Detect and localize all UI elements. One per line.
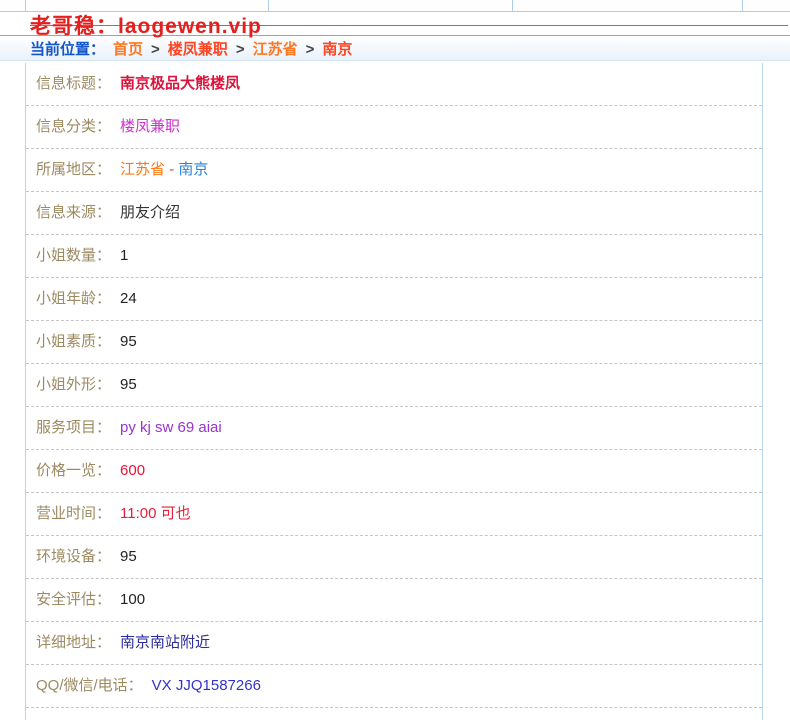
info-value: 24 — [120, 290, 137, 307]
info-row-6: 小姐年龄： 24 — [26, 278, 762, 321]
info-value-link[interactable]: 南京 — [178, 161, 208, 178]
info-value-link[interactable]: 楼凤兼职 — [120, 118, 180, 135]
info-row-2: 信息分类： 楼凤兼职 — [26, 106, 762, 149]
info-row-11: 营业时间： 11:00 可也 — [26, 493, 762, 536]
info-label: 价格一览： — [36, 462, 111, 479]
breadcrumb-link-3[interactable]: 江苏省 — [253, 41, 298, 58]
info-label: 小姐外形： — [36, 376, 111, 393]
breadcrumb-link-2[interactable]: 楼凤兼职 — [168, 41, 228, 58]
info-row-15: QQ/微信/电话： VX JJQ1587266 — [26, 665, 762, 708]
info-label: 信息标题： — [36, 75, 111, 92]
info-row-3: 所属地区： 江苏省 - 南京 — [26, 149, 762, 192]
info-panel: 信息标题： 南京极品大熊楼凤信息分类： 楼凤兼职所属地区： 江苏省 - 南京信息来源：… — [25, 63, 763, 720]
breadcrumb-link-4[interactable]: 南京 — [322, 41, 352, 58]
info-label: 小姐数量： — [36, 247, 111, 264]
info-row-5: 小姐数量： 1 — [26, 235, 762, 278]
breadcrumb-separator: > — [306, 41, 315, 58]
info-row-13: 安全评估： 100 — [26, 579, 762, 622]
top-table-cell-border — [268, 0, 269, 11]
info-row-4: 信息来源： 朋友介绍 — [26, 192, 762, 235]
info-value-link[interactable]: VX JJQ1587266 — [152, 677, 261, 694]
info-label: 服务项目： — [36, 419, 111, 436]
info-value: 南京极品大熊楼凤 — [120, 75, 240, 92]
info-row-14: 详细地址： 南京南站附近 — [26, 622, 762, 665]
top-table-cell-border — [512, 0, 513, 11]
breadcrumb-link-1[interactable]: 首页 — [113, 41, 143, 58]
info-value: 95 — [120, 333, 137, 350]
info-label: 环境设备： — [36, 548, 111, 565]
header: 老哥稳：laogewen.vip — [0, 12, 790, 35]
info-value: - — [165, 161, 178, 178]
breadcrumb-label: 当前位置： — [30, 41, 105, 58]
info-label: 小姐年龄： — [36, 290, 111, 307]
info-label: 安全评估： — [36, 591, 111, 608]
top-table-cell-border — [25, 0, 26, 11]
top-table-cell-border — [742, 0, 743, 11]
info-value: 100 — [120, 591, 145, 608]
info-label: 小姐素质： — [36, 333, 111, 350]
info-row-16: 综合评价：难得的极品 — [26, 708, 762, 720]
breadcrumb-separator: > — [151, 41, 160, 58]
info-value: py kj sw 69 aiai — [120, 419, 222, 436]
info-label: 信息来源： — [36, 204, 111, 221]
breadcrumb-separator: > — [236, 41, 245, 58]
info-value: 600 — [120, 462, 145, 479]
info-value: 95 — [120, 548, 137, 565]
info-row-8: 小姐外形： 95 — [26, 364, 762, 407]
site-logo[interactable]: 老哥稳：laogewen.vip — [30, 10, 262, 40]
info-row-10: 价格一览： 600 — [26, 450, 762, 493]
info-label: 信息分类： — [36, 118, 111, 135]
info-label: 详细地址： — [36, 634, 111, 651]
info-label: 所属地区： — [36, 161, 111, 178]
info-rows: 信息标题： 南京极品大熊楼凤信息分类： 楼凤兼职所属地区： 江苏省 - 南京信息来源：… — [26, 63, 762, 720]
info-label: QQ/微信/电话： — [36, 677, 143, 694]
info-value-link[interactable]: 江苏省 — [120, 161, 165, 178]
info-label: 营业时间： — [36, 505, 111, 522]
info-row-12: 环境设备： 95 — [26, 536, 762, 579]
info-value: 95 — [120, 376, 137, 393]
info-value: 南京南站附近 — [120, 634, 210, 651]
info-value: 朋友介绍 — [120, 204, 180, 221]
info-row-7: 小姐素质： 95 — [26, 321, 762, 364]
info-value: 11:00 可也 — [120, 505, 191, 522]
info-row-9: 服务项目： py kj sw 69 aiai — [26, 407, 762, 450]
info-value: 1 — [120, 247, 128, 264]
info-row-1: 信息标题： 南京极品大熊楼凤 — [26, 63, 762, 106]
breadcrumb-items: 首页 > 楼凤兼职 > 江苏省 > 南京 — [109, 41, 356, 58]
